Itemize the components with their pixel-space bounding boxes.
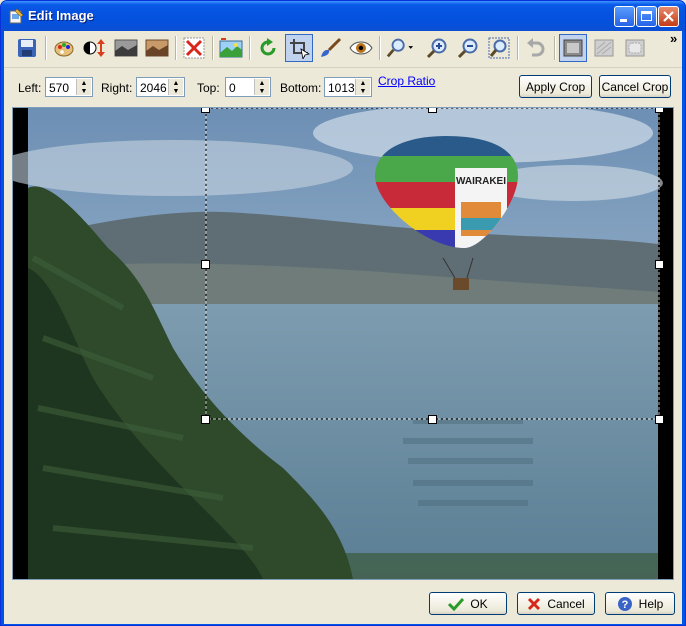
- ok-button[interactable]: OK: [429, 592, 507, 615]
- cancel-x-icon: [528, 597, 541, 610]
- spin-up-icon[interactable]: ▲: [255, 79, 269, 87]
- bottom-value: 1013: [328, 81, 355, 95]
- frame-icon: [563, 39, 583, 57]
- crop-handle-top-left[interactable]: [201, 108, 210, 113]
- title-bar[interactable]: Edit Image: [1, 1, 685, 31]
- top-spinner[interactable]: 0 ▲ ▼: [225, 77, 271, 97]
- svg-text:?: ?: [621, 599, 628, 611]
- palette-icon: [54, 41, 74, 57]
- ok-label: OK: [470, 596, 488, 611]
- edit-image-app-icon: [9, 8, 24, 24]
- texture-tool-button[interactable]: [590, 34, 618, 62]
- edit-image-window: Edit Image » Left: 570 ▲ ▼ Right: 2046 ▲…: [0, 0, 686, 626]
- toolbar-overflow-chevron-icon[interactable]: »: [670, 31, 677, 46]
- crop-handle-bottom-middle[interactable]: [428, 415, 437, 424]
- spin-down-icon[interactable]: ▼: [255, 87, 269, 95]
- crop-handle-middle-right[interactable]: [655, 260, 664, 269]
- balloon-label: WAIRAKEI: [456, 176, 506, 187]
- contrast-tool-button[interactable]: [81, 34, 109, 62]
- dialog-client-area: » Left: 570 ▲ ▼ Right: 2046 ▲ ▼ Top: 0 ▲ ▼ …: [4, 31, 682, 624]
- top-value: 0: [229, 81, 236, 95]
- spin-up-icon[interactable]: ▲: [169, 79, 183, 87]
- crop-handle-bottom-right[interactable]: [655, 415, 664, 424]
- minimize-icon: [620, 19, 627, 22]
- top-label: Top:: [197, 81, 220, 95]
- delete-icon: [183, 37, 205, 59]
- crop-handle-top-right[interactable]: [655, 108, 664, 113]
- zoom-in-icon: [426, 38, 447, 59]
- help-button[interactable]: ? Help: [605, 592, 675, 615]
- window-title: Edit Image: [28, 8, 94, 23]
- undo-icon: [527, 38, 545, 57]
- brush-tool-button[interactable]: [316, 34, 344, 62]
- minimize-button[interactable]: [614, 6, 635, 27]
- adjust-photo-tool-button[interactable]: [217, 34, 245, 62]
- vignette-icon: [625, 39, 645, 57]
- image-canvas[interactable]: WAIRAKEI: [12, 107, 674, 580]
- grayscale-tool-button[interactable]: [112, 34, 140, 62]
- color-tool-button[interactable]: [50, 34, 78, 62]
- crop-handle-top-middle[interactable]: [428, 108, 437, 113]
- cancel-button[interactable]: Cancel: [517, 592, 595, 615]
- zoom-in-tool-button[interactable]: [423, 34, 451, 62]
- spin-down-icon[interactable]: ▼: [169, 87, 183, 95]
- cancel-label: Cancel: [547, 596, 585, 611]
- crop-handle-middle-left[interactable]: [201, 260, 210, 269]
- right-spinner[interactable]: 2046 ▲ ▼: [136, 77, 185, 97]
- help-icon: ?: [617, 596, 632, 611]
- contrast-icon: [83, 39, 105, 57]
- image-toolbar: »: [4, 31, 682, 68]
- right-label: Right:: [101, 81, 133, 95]
- maximize-icon: [641, 11, 652, 21]
- grayscale-photo-icon: [114, 39, 138, 57]
- zoom-out-tool-button[interactable]: [454, 34, 482, 62]
- texture-icon: [594, 39, 614, 57]
- landscape-icon: [219, 38, 243, 58]
- sepia-tool-button[interactable]: [143, 34, 171, 62]
- red-eye-icon: [349, 41, 373, 55]
- zoom-fit-icon: [488, 37, 510, 59]
- brush-icon: [321, 37, 342, 57]
- remove-tool-button[interactable]: [180, 34, 208, 62]
- crop-handle-bottom-left[interactable]: [201, 415, 210, 424]
- crop-tool-button[interactable]: [285, 34, 313, 62]
- cancel-crop-button[interactable]: Cancel Crop: [599, 75, 671, 98]
- red-eye-tool-button[interactable]: [347, 34, 375, 62]
- crop-options-bar: Left: 570 ▲ ▼ Right: 2046 ▲ ▼ Top: 0 ▲ ▼ Bo…: [4, 69, 682, 101]
- help-label: Help: [638, 596, 664, 611]
- left-value: 570: [49, 81, 70, 95]
- apply-crop-button[interactable]: Apply Crop: [519, 75, 592, 98]
- left-spinner[interactable]: 570 ▲ ▼: [45, 77, 93, 97]
- rotate-tool-button[interactable]: [254, 34, 282, 62]
- checkmark-icon: [448, 597, 465, 611]
- bottom-label: Bottom:: [280, 81, 322, 95]
- maximize-button[interactable]: [636, 6, 657, 27]
- rotate-icon: [260, 38, 276, 56]
- zoom-icon: [386, 38, 414, 58]
- sepia-photo-icon: [145, 39, 169, 57]
- spin-down-icon[interactable]: ▼: [77, 87, 91, 95]
- zoom-out-icon: [457, 38, 478, 59]
- bottom-spinner[interactable]: 1013 ▲ ▼: [324, 77, 372, 97]
- spin-up-icon[interactable]: ▲: [356, 79, 370, 87]
- crop-ratio-link[interactable]: Crop Ratio: [378, 74, 435, 88]
- right-value: 2046: [140, 81, 167, 95]
- vignette-tool-button[interactable]: [621, 34, 649, 62]
- undo-tool-button[interactable]: [522, 34, 550, 62]
- close-button[interactable]: [658, 6, 679, 27]
- crop-icon: [290, 39, 310, 59]
- frame-tool-button[interactable]: [559, 34, 587, 62]
- balloon-photo: WAIRAKEI: [13, 108, 673, 579]
- zoom-fit-tool-button[interactable]: [485, 34, 513, 62]
- zoom-tool-button[interactable]: [386, 34, 414, 62]
- left-label: Left:: [18, 81, 42, 95]
- save-icon: [18, 39, 36, 57]
- spin-up-icon[interactable]: ▲: [77, 79, 91, 87]
- close-icon: [663, 11, 674, 22]
- save-tool-button[interactable]: [13, 34, 41, 62]
- spin-down-icon[interactable]: ▼: [356, 87, 370, 95]
